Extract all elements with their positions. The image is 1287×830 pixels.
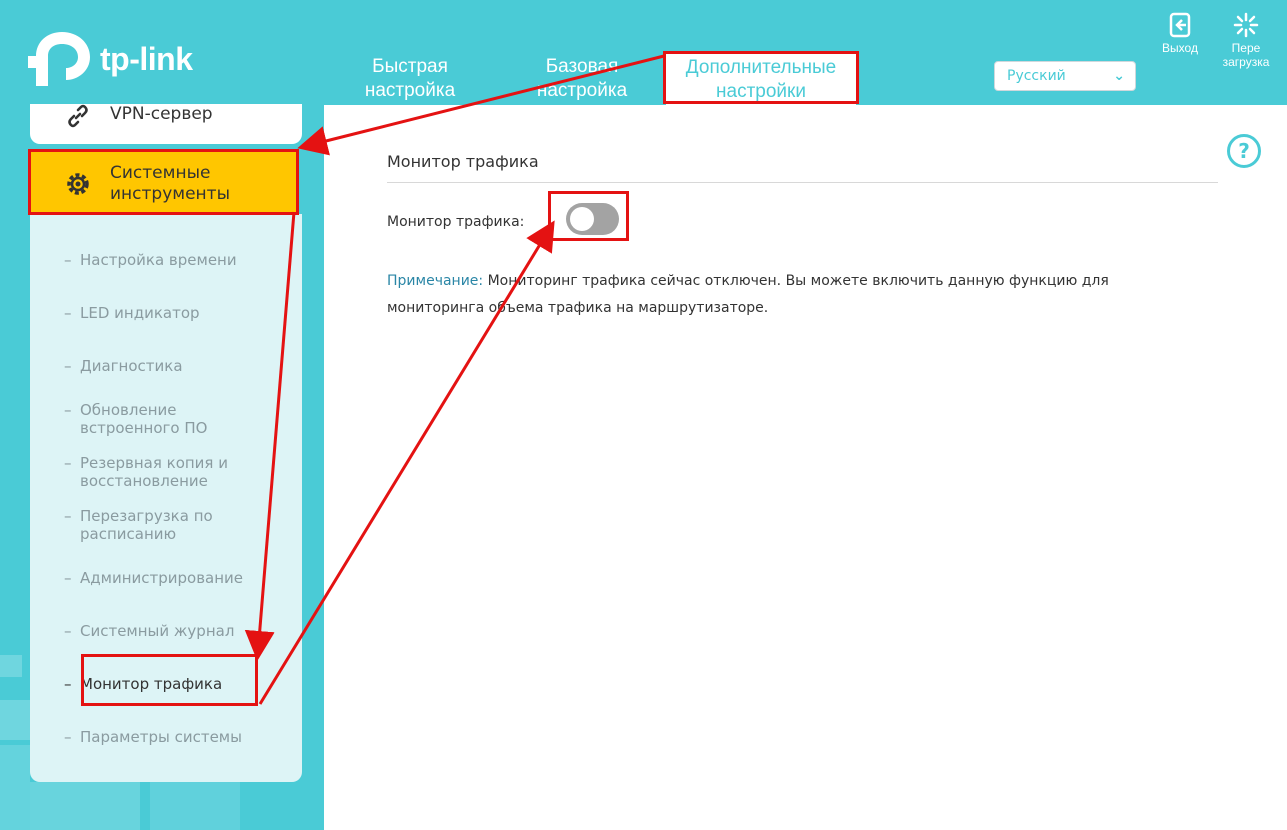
arrow-system-tools-to-traffic-monitor bbox=[244, 211, 296, 661]
annotation-arrows bbox=[244, 54, 665, 705]
arrow-advanced-to-system-tools bbox=[297, 54, 665, 156]
arrow-traffic-monitor-to-toggle bbox=[258, 220, 555, 705]
